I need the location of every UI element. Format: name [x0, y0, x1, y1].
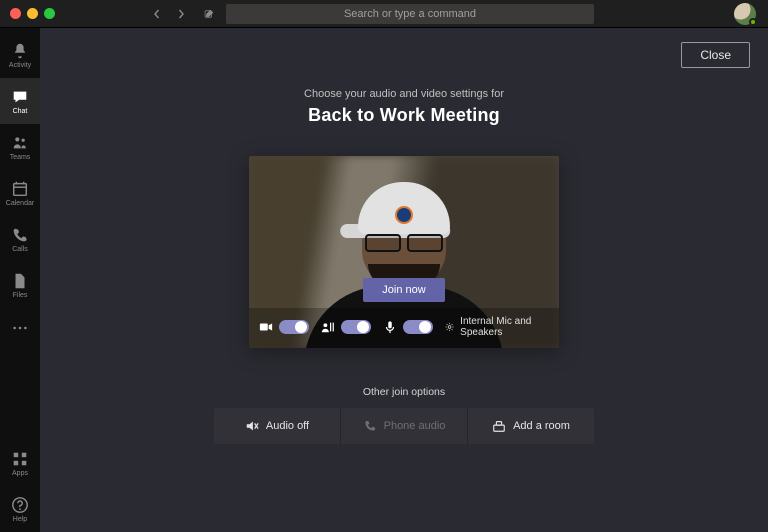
gear-icon — [445, 321, 454, 333]
presence-available-icon — [749, 18, 757, 26]
teams-icon — [11, 134, 29, 152]
rail-item-calendar[interactable]: Calendar — [0, 170, 40, 216]
rail-label: Chat — [13, 108, 28, 115]
rail-label: Files — [13, 292, 28, 299]
speaker-off-icon — [245, 419, 259, 433]
calendar-icon — [11, 180, 29, 198]
rail-item-activity[interactable]: Activity — [0, 32, 40, 78]
prejoin-panel: Close Choose your audio and video settin… — [40, 28, 768, 532]
option-add-room[interactable]: Add a room — [468, 408, 594, 444]
rail-label: Activity — [9, 62, 31, 69]
device-settings-button[interactable]: Internal Mic and Speakers — [445, 316, 549, 338]
rail-label: Teams — [10, 154, 31, 161]
close-window-button[interactable] — [10, 8, 21, 19]
preview-controls: Internal Mic and Speakers — [249, 308, 559, 348]
back-button[interactable] — [146, 3, 168, 25]
video-toggle[interactable] — [279, 320, 309, 334]
video-icon — [259, 320, 273, 334]
background-effects-icon — [321, 320, 335, 334]
search-input[interactable]: Search or type a command — [226, 4, 594, 24]
forward-button[interactable] — [170, 3, 192, 25]
prejoin-subheading: Choose your audio and video settings for — [304, 88, 504, 100]
other-options-row: Audio off Phone audio Add a room — [214, 408, 594, 444]
phone-icon — [11, 226, 29, 244]
chevron-left-icon — [152, 9, 162, 19]
rail-item-apps[interactable]: Apps — [0, 440, 40, 486]
device-settings-label: Internal Mic and Speakers — [460, 316, 549, 338]
rail-item-calls[interactable]: Calls — [0, 216, 40, 262]
history-nav — [146, 3, 220, 25]
help-icon — [11, 496, 29, 514]
join-now-button[interactable]: Join now — [363, 278, 445, 302]
app-rail: Activity Chat Teams Calendar Calls Files — [0, 28, 40, 532]
bell-icon — [11, 42, 29, 60]
camera-preview: Join now — [249, 156, 559, 348]
more-icon — [11, 319, 29, 337]
mic-icon — [383, 320, 397, 334]
chat-icon — [11, 88, 29, 106]
background-effects-toggle[interactable] — [341, 320, 371, 334]
phone-icon — [363, 419, 377, 433]
meeting-title: Back to Work Meeting — [308, 105, 500, 126]
rail-label: Help — [13, 516, 27, 523]
option-label: Add a room — [513, 420, 570, 432]
rail-label: Apps — [12, 470, 28, 477]
rail-item-more[interactable] — [0, 308, 40, 348]
option-label: Audio off — [266, 420, 309, 432]
compose-icon — [204, 9, 214, 19]
option-audio-off[interactable]: Audio off — [214, 408, 341, 444]
rail-item-teams[interactable]: Teams — [0, 124, 40, 170]
minimize-window-button[interactable] — [27, 8, 38, 19]
file-icon — [11, 272, 29, 290]
titlebar: Search or type a command — [0, 0, 768, 28]
option-phone-audio: Phone audio — [341, 408, 468, 444]
window-controls — [0, 8, 120, 19]
chevron-right-icon — [176, 9, 186, 19]
apps-icon — [11, 450, 29, 468]
rail-item-chat[interactable]: Chat — [0, 78, 40, 124]
option-label: Phone audio — [384, 420, 446, 432]
rail-label: Calls — [12, 246, 28, 253]
new-chat-button[interactable] — [198, 3, 220, 25]
room-icon — [492, 419, 506, 433]
rail-item-files[interactable]: Files — [0, 262, 40, 308]
rail-item-help[interactable]: Help — [0, 486, 40, 532]
close-button[interactable]: Close — [681, 42, 750, 68]
rail-label: Calendar — [6, 200, 34, 207]
avatar[interactable] — [734, 3, 756, 25]
mic-toggle[interactable] — [403, 320, 433, 334]
other-options-heading: Other join options — [363, 386, 445, 398]
zoom-window-button[interactable] — [44, 8, 55, 19]
